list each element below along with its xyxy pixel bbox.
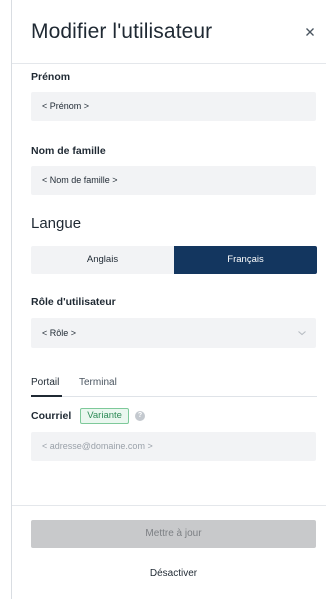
tab-terminal[interactable]: Terminal (79, 377, 117, 388)
close-icon[interactable] (303, 25, 317, 39)
first-name-field[interactable]: < Prénom > (31, 92, 316, 121)
deactivate-button[interactable]: Désactiver (31, 568, 316, 579)
email-header: Courriel Variante ? (31, 408, 145, 424)
update-button[interactable]: Mettre à jour (31, 520, 316, 548)
tab-portal[interactable]: Portail (31, 377, 59, 388)
user-type-tabs: Portail Terminal (31, 377, 317, 397)
first-name-label: Prénom (31, 71, 71, 83)
language-section-title: Langue (31, 215, 82, 232)
role-label: Rôle d'utilisateur (31, 296, 116, 308)
email-label: Courriel (31, 410, 72, 422)
email-field[interactable]: < adresse@domaine.com > (31, 432, 316, 461)
panel-title: Modifier l'utilisateur (31, 20, 213, 43)
language-option-french[interactable]: Français (174, 246, 317, 274)
active-tab-indicator (31, 395, 62, 397)
footer-divider (12, 505, 326, 506)
variant-badge: Variante (80, 408, 129, 424)
language-option-english[interactable]: Anglais (31, 246, 174, 274)
language-toggle: Anglais Français (31, 246, 317, 274)
last-name-label: Nom de famille (31, 145, 106, 157)
header-divider (12, 63, 326, 64)
last-name-field[interactable]: < Nom de famille > (31, 166, 316, 195)
chevron-down-icon (298, 331, 306, 336)
role-select-value: < Rôle > (42, 328, 77, 338)
role-select[interactable]: < Rôle > (31, 318, 316, 348)
edit-user-panel: Modifier l'utilisateur Prénom < Prénom >… (11, 0, 326, 599)
help-icon[interactable]: ? (134, 411, 145, 421)
